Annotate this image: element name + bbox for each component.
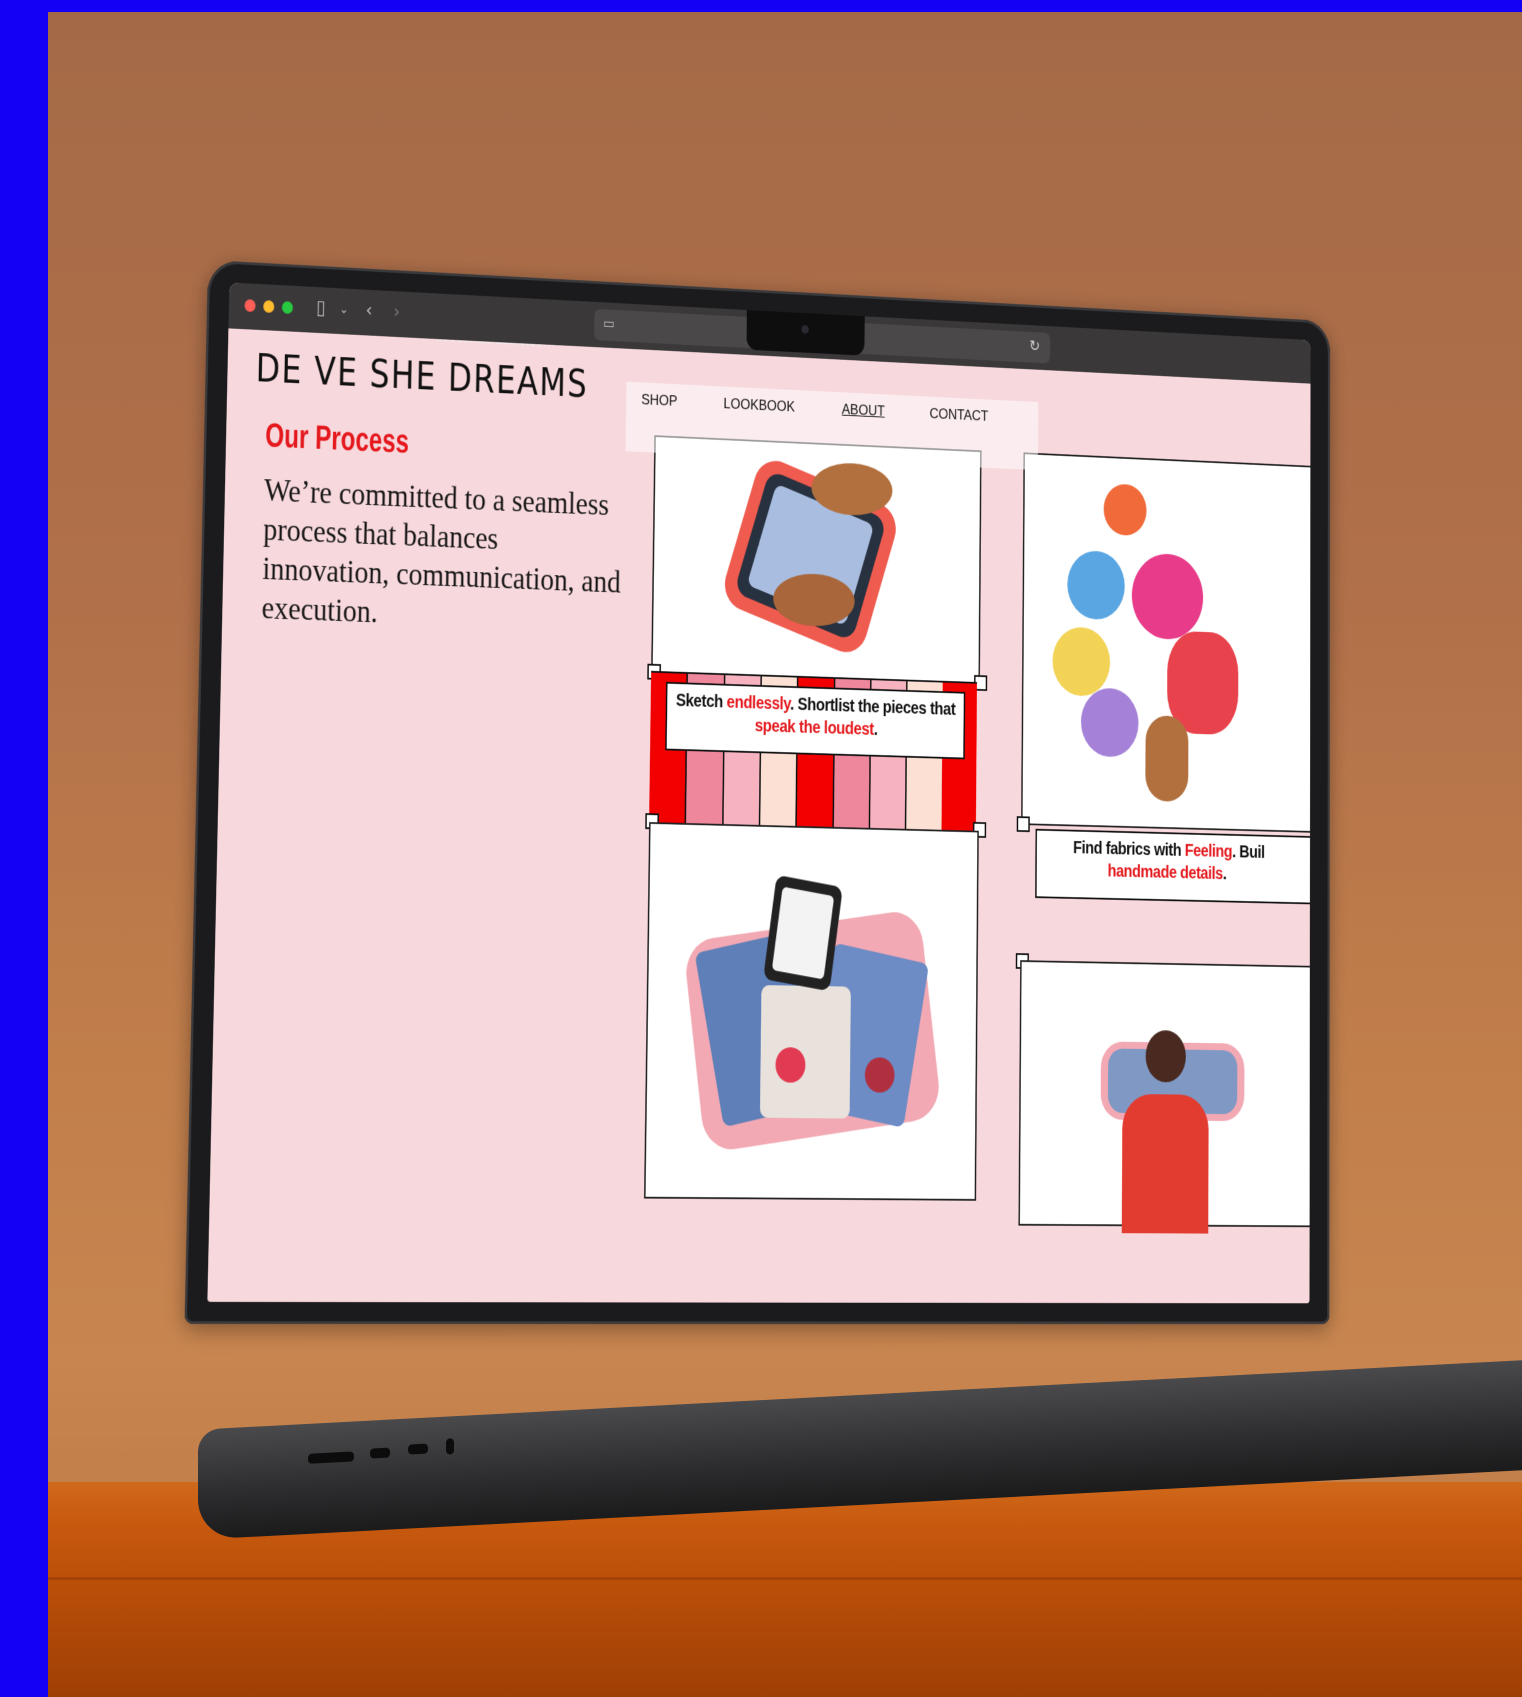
sidebar-icon[interactable]: ▯ [316,297,326,319]
camera-notch [746,310,865,356]
process-description: We’re committed to a seamless process th… [261,472,621,630]
chevron-right-icon[interactable]: › [393,301,400,323]
caption-highlight: handmade details [1107,861,1223,884]
yarn-ball-icon [1103,483,1147,537]
caption-text: . Shortlist the pieces that [790,694,956,720]
site-logo[interactable]: DE VE SHE DREAMS [255,346,588,407]
caption-text: . Buil [1232,842,1265,863]
yarn-ball-icon [1080,687,1139,758]
flower-icon [775,1047,806,1083]
caption-text: . [1222,864,1227,884]
camera-icon [801,324,809,334]
caption-text: . [873,720,878,740]
person-head-illustration [1145,1030,1186,1083]
reader-icon[interactable]: ▭ [603,315,615,332]
reload-icon[interactable]: ↻ [1029,337,1040,355]
denim-image-card [1018,960,1311,1234]
caption-text: Sketch [675,690,727,712]
hand-illustration [1145,715,1189,803]
minimize-window-button[interactable] [263,300,275,314]
caption-highlight: Feeling [1184,841,1233,862]
chevron-left-icon[interactable]: ‹ [365,299,372,321]
zoom-window-button[interactable] [281,301,294,314]
sofa-seam [48,1577,1522,1580]
nav-item-lookbook[interactable]: LOOKBOOK [723,395,795,416]
white-shirt-illustration [759,985,851,1119]
flower-icon [864,1057,895,1093]
fabrics-caption: Find fabrics with Feeling. Buil handmade … [1035,828,1311,906]
sketch-caption: Sketch endlessly. Shortlist the pieces t… [665,681,966,760]
laptop-screen-bezel: ▯ ⌄ ‹ › ▭ ↻ devesheareams.com DE VE SHE … [184,260,1331,1325]
yarn-ball-icon [1131,552,1204,641]
close-window-button[interactable] [244,299,256,313]
collage-image-card [644,822,979,1201]
nav-item-contact[interactable]: CONTACT [929,405,989,425]
sketch-image-card [651,435,982,686]
yarn-ball-icon [1052,626,1111,697]
resize-handle[interactable] [1016,816,1030,833]
person-illustration [1121,1093,1209,1234]
port-icon [408,1443,428,1455]
browser-window: ▯ ⌄ ‹ › ▭ ↻ devesheareams.com DE VE SHE … [207,282,1311,1304]
nav-item-shop[interactable]: SHOP [641,391,677,410]
caption-highlight: endlessly [726,692,791,714]
photo-scene: ▯ ⌄ ‹ › ▭ ↻ devesheareams.com DE VE SHE … [48,12,1522,1697]
port-icon [308,1451,354,1464]
caption-highlight: speak the loudest [754,716,874,740]
port-icon [370,1447,390,1459]
yarn-ball-icon [1067,549,1125,621]
nav-item-about[interactable]: ABOUT [842,401,885,420]
process-title: Our Process [264,417,410,461]
port-icon [446,1438,454,1455]
chevron-down-icon[interactable]: ⌄ [339,299,348,321]
yarn-image-card [1021,452,1311,834]
tablet-screen [771,886,835,980]
caption-text: Find fabrics with [1073,838,1185,861]
